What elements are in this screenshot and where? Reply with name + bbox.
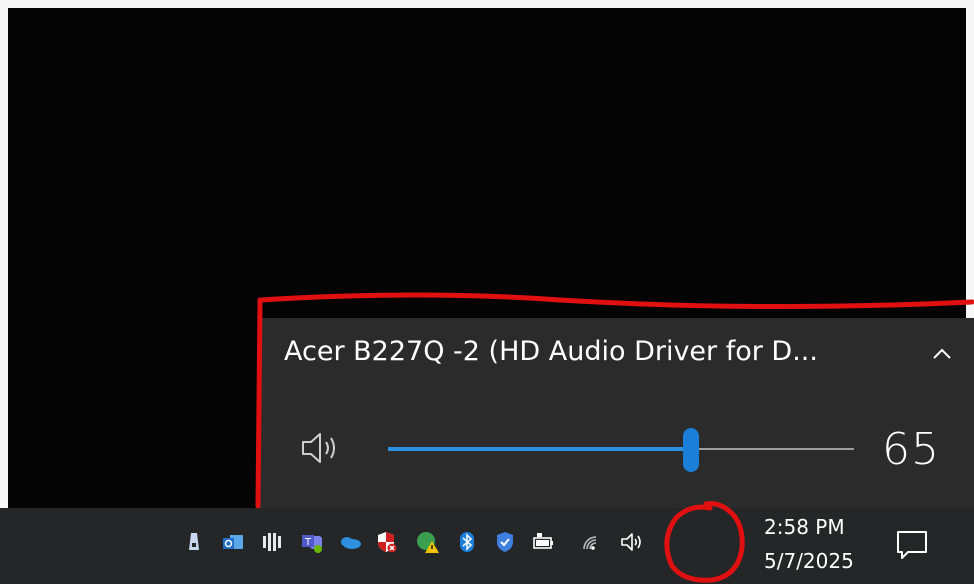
clock-date[interactable]: 5/7/2025 [764, 549, 860, 573]
volume-control-row: 65 [258, 414, 974, 484]
notification-icon[interactable] [894, 528, 930, 560]
wifi-icon[interactable] [580, 530, 604, 554]
volume-flyout: Acer B227Q -2 (HD Audio Driver for D... … [258, 318, 974, 508]
audio-device-selector[interactable]: Acer B227Q -2 (HD Audio Driver for D... [258, 318, 974, 396]
onedrive-icon[interactable] [338, 530, 362, 554]
bluetooth-icon[interactable] [455, 530, 479, 554]
defender-shield-icon[interactable] [493, 530, 517, 554]
volume-slider-thumb[interactable] [683, 428, 699, 472]
security-shield-icon[interactable] [374, 530, 398, 554]
teams-icon[interactable]: T [300, 530, 324, 554]
warning-app-icon[interactable] [416, 530, 440, 554]
volume-slider-fill [388, 447, 691, 451]
chevron-up-icon[interactable] [928, 340, 956, 368]
speaker-icon[interactable] [300, 430, 344, 466]
volume-value: 65 [882, 424, 940, 475]
outlook-icon[interactable] [221, 530, 245, 554]
clock-time[interactable]: 2:58 PM [764, 515, 860, 539]
speaker-icon[interactable] [620, 530, 644, 554]
pen-icon[interactable] [182, 530, 206, 554]
audio-equalizer-icon[interactable] [260, 530, 284, 554]
volume-slider[interactable] [388, 414, 854, 480]
battery-icon[interactable] [531, 530, 555, 554]
audio-device-name: Acer B227Q -2 (HD Audio Driver for D... [284, 336, 818, 367]
svg-text:T: T [304, 537, 312, 548]
